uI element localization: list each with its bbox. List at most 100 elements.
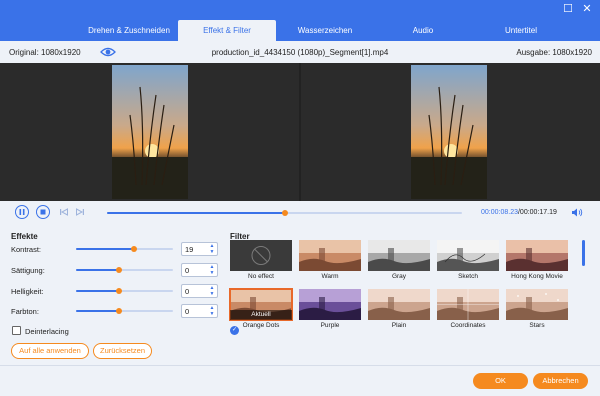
apply-to-all-button[interactable]: Auf alle anwenden xyxy=(11,343,89,359)
filter-gray-preview xyxy=(368,240,430,271)
contrast-value: 19 xyxy=(185,245,194,254)
filter-thumbnail[interactable] xyxy=(368,289,430,320)
current-badge: Aktuell xyxy=(230,310,292,320)
volume-icon[interactable] xyxy=(571,207,583,218)
no-effect-icon xyxy=(230,240,292,271)
checkmark-icon: ✓ xyxy=(230,326,239,335)
tab-audio[interactable]: Audio xyxy=(374,20,472,41)
info-row: production_id_4434150 (1080p)_Segment[1]… xyxy=(0,41,600,63)
saturation-decrement[interactable]: ▼ xyxy=(208,270,216,276)
output-resolution: Ausgabe: 1080x1920 xyxy=(516,48,592,57)
hue-value: 0 xyxy=(185,307,190,316)
time-display: 00:00:08.23/00:00:17.19 xyxy=(481,209,557,216)
filter-thumbnail[interactable] xyxy=(368,240,430,271)
filter-label: No effect xyxy=(248,273,274,280)
footer-divider xyxy=(0,365,600,366)
restore-button[interactable]: ☐ xyxy=(561,2,575,16)
brightness-slider-fill xyxy=(76,290,119,292)
file-name: production_id_4434150 (1080p)_Segment[1]… xyxy=(211,48,389,57)
reset-button[interactable]: Zurücksetzen xyxy=(93,343,152,359)
saturation-slider-fill xyxy=(76,269,119,271)
pause-button[interactable] xyxy=(15,205,29,219)
saturation-value: 0 xyxy=(185,266,190,275)
original-video-frame xyxy=(112,65,188,199)
saturation-slider-handle[interactable] xyxy=(115,267,122,273)
brightness-decrement[interactable]: ▼ xyxy=(208,291,216,297)
saturation-label: Sättigung: xyxy=(11,266,45,275)
filter-label: Orange Dots xyxy=(242,322,280,329)
filter-scrollbar[interactable] xyxy=(582,240,585,266)
output-preview xyxy=(301,63,600,201)
cancel-button[interactable]: Abbrechen xyxy=(533,373,588,389)
filter-hk-preview xyxy=(506,240,568,271)
filter-label: Purple xyxy=(320,322,340,329)
brightness-value: 0 xyxy=(185,287,190,296)
filter-thumbnail[interactable] xyxy=(230,240,292,271)
stop-button[interactable] xyxy=(36,205,50,219)
playback-progress-fill xyxy=(107,212,285,214)
filter-label: Coordinates xyxy=(450,322,486,329)
close-button[interactable]: ✕ xyxy=(580,2,594,16)
hue-decrement[interactable]: ▼ xyxy=(208,311,216,317)
effects-title: Effekte xyxy=(11,232,38,241)
filter-thumbnail[interactable]: Aktuell xyxy=(229,288,293,321)
filter-thumbnail[interactable] xyxy=(437,240,499,271)
contrast-slider[interactable] xyxy=(76,246,173,252)
hue-label: Farbton: xyxy=(11,307,39,316)
hue-slider-handle[interactable] xyxy=(115,308,122,314)
contrast-decrement[interactable]: ▼ xyxy=(208,249,216,255)
saturation-input[interactable]: 0 ▲ ▼ xyxy=(181,263,218,277)
contrast-label: Kontrast: xyxy=(11,245,42,254)
hue-slider-fill xyxy=(76,310,119,312)
brightness-label: Helligkeit: xyxy=(11,287,44,296)
filter-label: Hong Kong Movie xyxy=(511,273,563,280)
playback-progress-track[interactable] xyxy=(107,210,462,216)
output-video-frame xyxy=(411,65,487,199)
filter-sketch-preview xyxy=(437,240,499,271)
saturation-slider[interactable] xyxy=(76,267,173,273)
hue-input[interactable]: 0 ▲ ▼ xyxy=(181,304,218,318)
filter-warm-preview xyxy=(299,240,361,271)
filter-label: Sketch xyxy=(458,273,478,280)
filter-thumbnail[interactable] xyxy=(437,289,499,320)
filter-thumbnail[interactable] xyxy=(506,240,568,271)
preview-area xyxy=(0,63,600,201)
previous-frame-icon[interactable] xyxy=(59,207,69,217)
tab-watermark[interactable]: Wasserzeichen xyxy=(276,20,374,41)
filter-purple-preview xyxy=(299,289,361,320)
tab-rotate-crop[interactable]: Drehen & Zuschneiden xyxy=(80,20,178,41)
hue-slider[interactable] xyxy=(76,308,173,314)
brightness-slider-handle[interactable] xyxy=(115,288,122,294)
contrast-input[interactable]: 19 ▲ ▼ xyxy=(181,242,218,256)
original-resolution: Original: 1080x1920 xyxy=(9,48,81,57)
ok-button[interactable]: OK xyxy=(473,373,528,389)
filter-thumbnail[interactable] xyxy=(506,289,568,320)
filter-stars-preview xyxy=(506,289,568,320)
filter-label: Warm xyxy=(321,273,339,280)
deinterlacing-box[interactable] xyxy=(12,326,21,335)
effect-row-saturation: Sättigung: 0 ▲ ▼ xyxy=(11,263,221,277)
current-time: 00:00:08.23 xyxy=(481,209,518,216)
filter-thumbnail[interactable] xyxy=(299,289,361,320)
tab-subtitle[interactable]: Untertitel xyxy=(472,20,570,41)
tab-effect-filter[interactable]: Effekt & Filter xyxy=(178,20,276,41)
filter-label: Stars xyxy=(529,322,545,329)
stop-icon xyxy=(40,209,46,215)
pause-icon xyxy=(19,209,25,215)
brightness-input[interactable]: 0 ▲ ▼ xyxy=(181,284,218,298)
filter-plain-preview xyxy=(368,289,430,320)
next-frame-icon[interactable] xyxy=(75,207,85,217)
filter-label: Gray xyxy=(391,273,407,280)
effect-row-hue: Farbton: 0 ▲ ▼ xyxy=(11,304,221,318)
brightness-slider[interactable] xyxy=(76,288,173,294)
filter-label: Plain xyxy=(391,322,407,329)
filter-coord-preview xyxy=(437,289,499,320)
effect-row-contrast: Kontrast: 19 ▲ ▼ xyxy=(11,242,221,256)
total-time: /00:00:17.19 xyxy=(517,209,557,216)
contrast-slider-handle[interactable] xyxy=(131,246,138,252)
eye-icon[interactable] xyxy=(100,46,116,58)
tab-bar: Drehen & Zuschneiden Effekt & Filter Was… xyxy=(80,20,570,41)
original-preview xyxy=(0,63,299,201)
playback-progress-handle[interactable] xyxy=(281,210,288,216)
filter-thumbnail[interactable] xyxy=(299,240,361,271)
